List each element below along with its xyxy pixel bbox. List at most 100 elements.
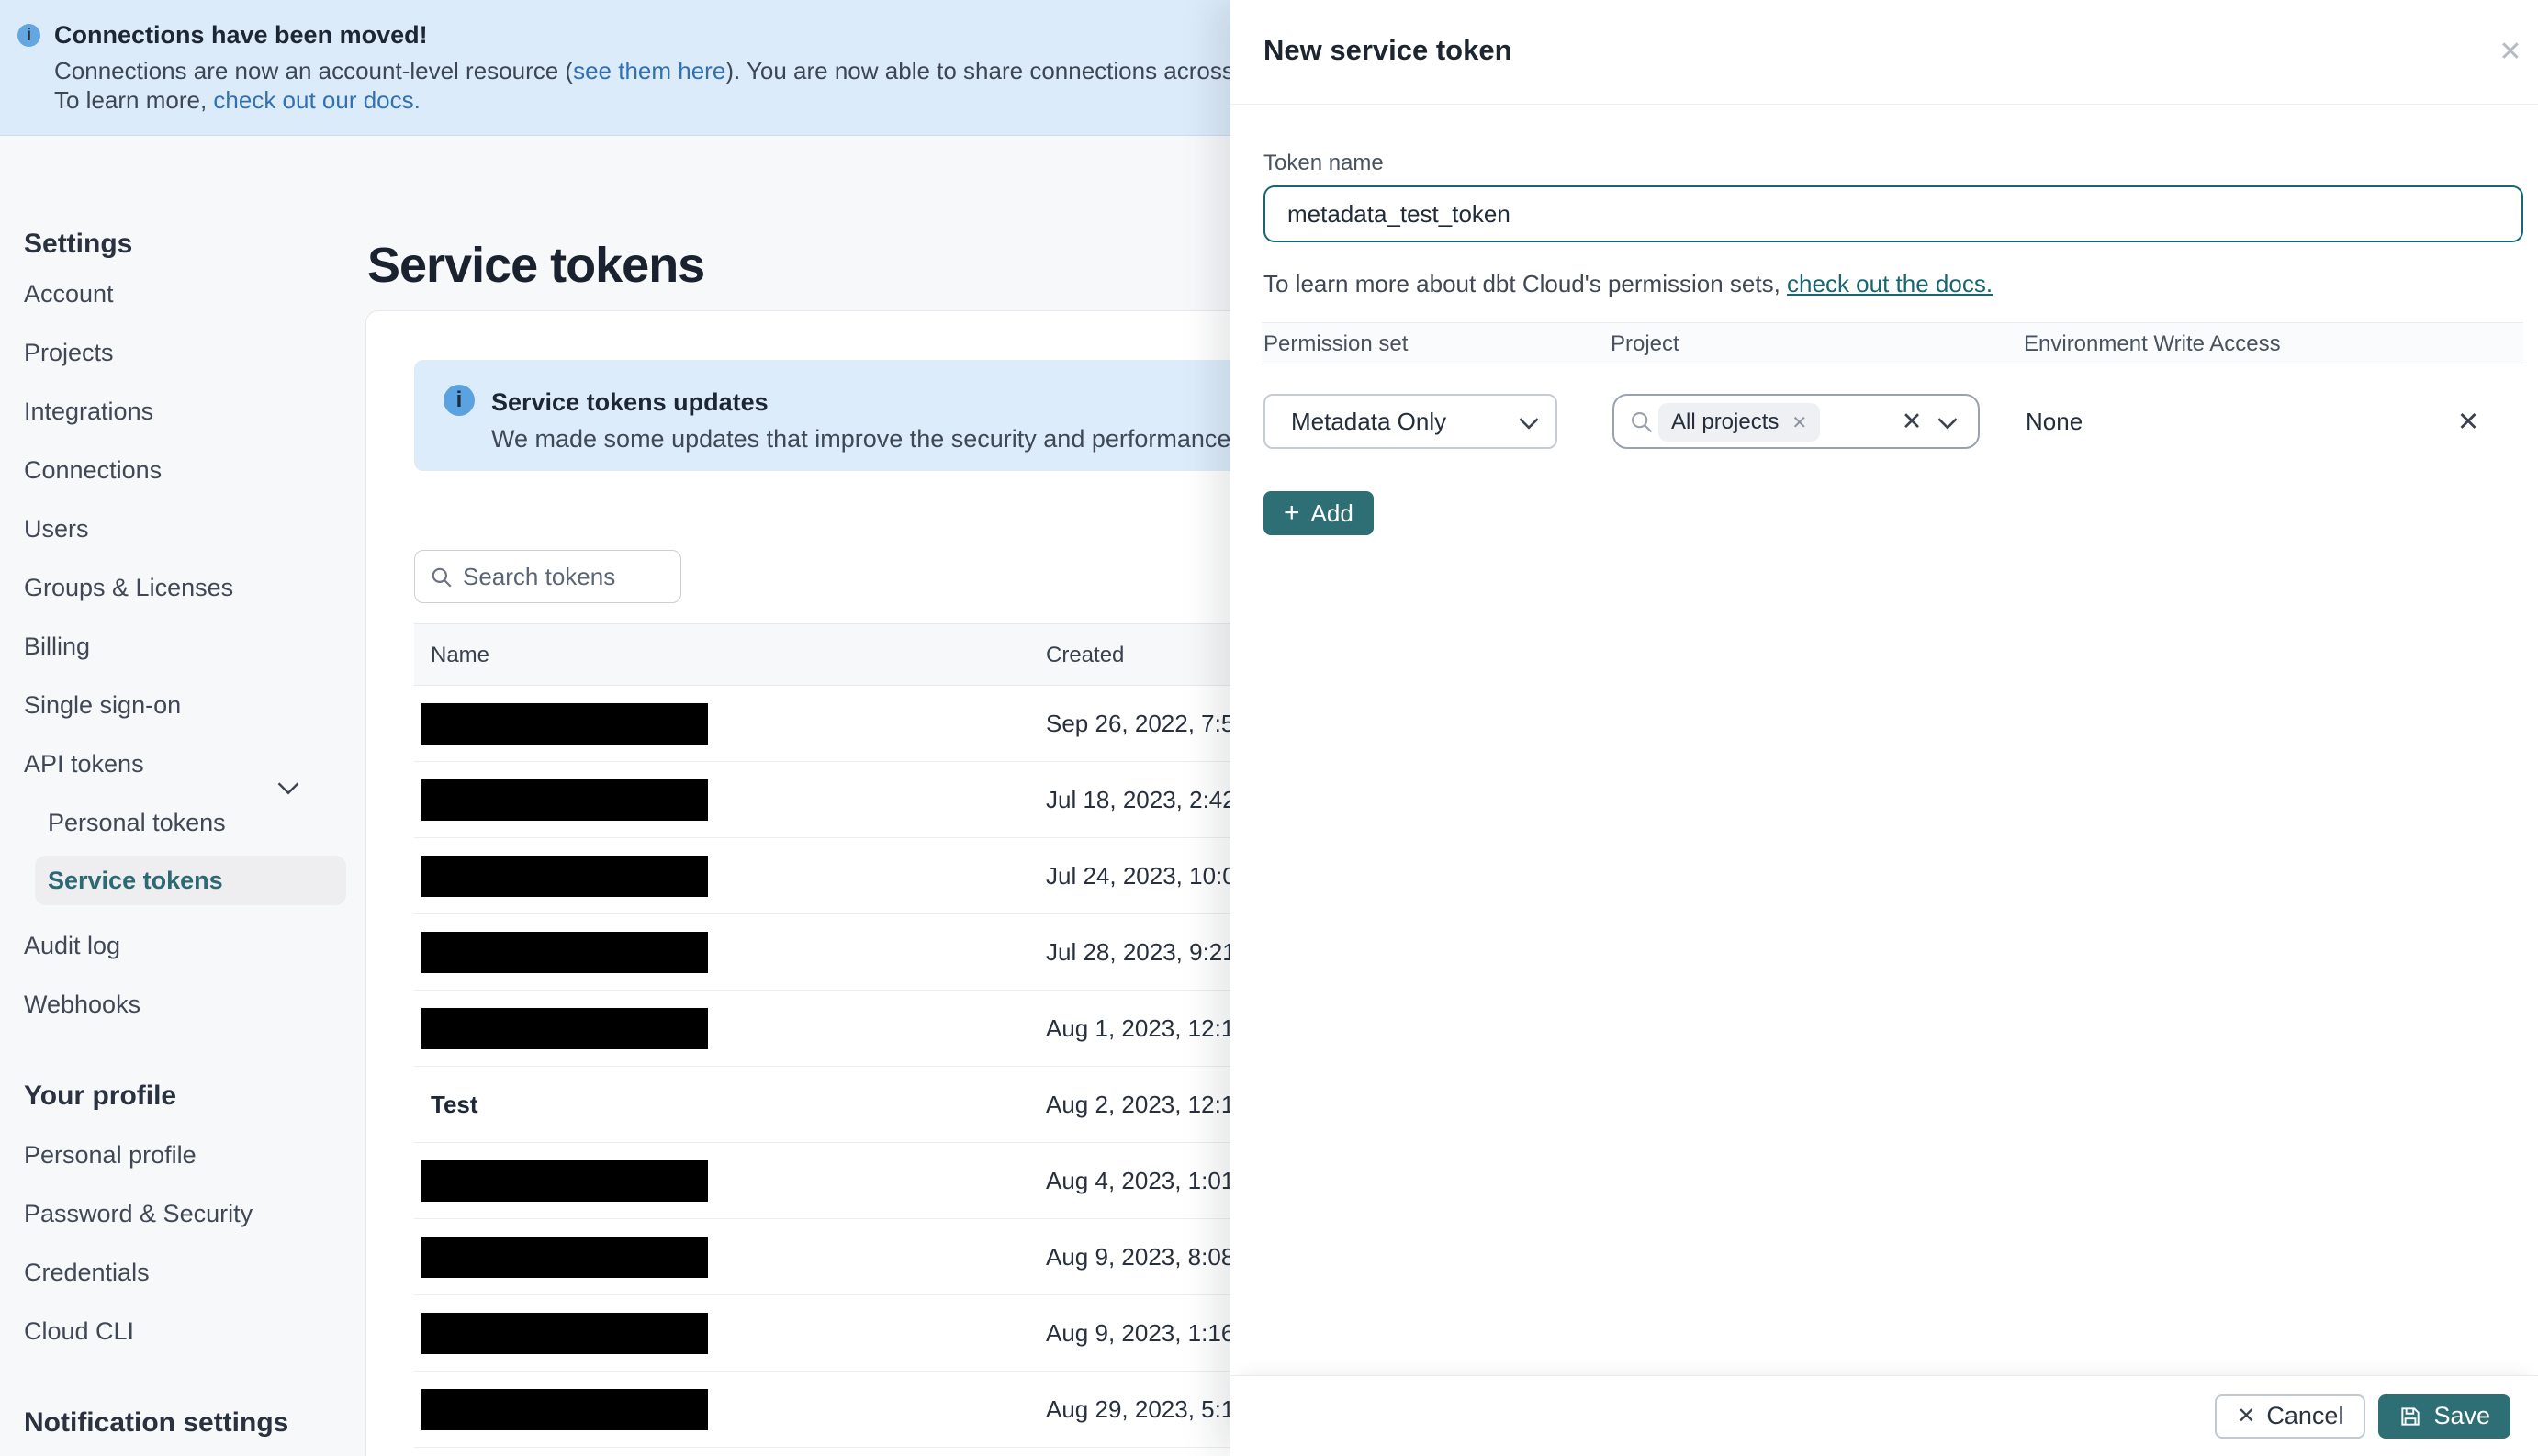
info-icon: i (444, 385, 475, 416)
sidebar-item-label: Audit log (24, 932, 121, 959)
redacted-name (421, 703, 708, 745)
all-projects-chip[interactable]: All projects ✕ (1658, 403, 1821, 442)
search-input[interactable] (461, 552, 672, 601)
check-out-the-docs-link[interactable]: check out the docs. (1787, 270, 1993, 297)
notice-title: Service tokens updates (491, 388, 769, 416)
chevron-down-icon[interactable] (1937, 417, 1958, 430)
sidebar-item-audit-log[interactable]: Audit log (0, 916, 365, 975)
sidebar-item-label: Integrations (24, 398, 154, 425)
panel-body: Token name To learn more about dbt Cloud… (1262, 105, 2523, 535)
sidebar-item-single-sign-on[interactable]: Single sign-on (0, 676, 365, 734)
sidebar-item-projects[interactable]: Projects (0, 323, 365, 382)
sidebar-section-notification-settings: Notification settings (0, 1394, 365, 1452)
cancel-button[interactable]: ✕ Cancel (2215, 1394, 2366, 1439)
token-name-cell: Test (431, 1091, 478, 1118)
name-column-header: Name (431, 643, 490, 667)
sidebar-item-label: Cloud CLI (24, 1317, 135, 1345)
sidebar-item-label: Notification settings (24, 1407, 289, 1438)
info-icon: i (17, 24, 40, 47)
add-button-label: Add (1310, 498, 1353, 527)
environment-write-access-value: None (2026, 408, 2083, 435)
sidebar-item-integrations[interactable]: Integrations (0, 382, 365, 441)
token-name-label: Token name (1263, 151, 1384, 175)
permission-set-value: Metadata Only (1291, 408, 1447, 435)
sidebar-section-your-profile: Your profile (0, 1067, 365, 1126)
sidebar-item-label: Account (24, 280, 114, 308)
project-combobox[interactable]: All projects ✕ ✕ (1612, 394, 1980, 449)
sidebar-item-label: API tokens (24, 750, 144, 778)
permission-row: Metadata Only All projects ✕ ✕ None ✕ (1263, 394, 2523, 449)
close-icon[interactable]: ✕ (2490, 31, 2531, 72)
search-icon (432, 567, 452, 588)
clear-selection-icon[interactable]: ✕ (1892, 396, 1932, 447)
save-disk-icon (2401, 1406, 2420, 1426)
sidebar-item-billing[interactable]: Billing (0, 617, 365, 676)
docs-line-text: To learn more about dbt Cloud's permissi… (1263, 270, 1788, 297)
sidebar-item-api-tokens[interactable]: API tokens (0, 734, 365, 795)
sidebar-item-password-security[interactable]: Password & Security (0, 1184, 365, 1243)
sidebar-nav: Settings Account Projects Integrations Conne… (0, 136, 365, 1456)
sidebar-item-connections[interactable]: Connections (0, 441, 365, 499)
chip-label: All projects (1671, 409, 1780, 434)
sidebar-item-credentials[interactable]: Credentials (0, 1243, 365, 1302)
page-title: Service tokens (367, 238, 705, 294)
sidebar-item-label: Credentials (24, 1259, 150, 1286)
cancel-button-label: Cancel (2266, 1402, 2344, 1429)
close-icon: ✕ (2237, 1404, 2256, 1428)
save-button-label: Save (2433, 1402, 2490, 1429)
sidebar-item-users[interactable]: Users (0, 499, 365, 558)
sidebar-item-label: Groups & Licenses (24, 574, 234, 601)
banner-line2-text: Connections are now an account-level res… (54, 57, 574, 84)
redacted-name (421, 1313, 708, 1354)
panel-header: New service token ✕ (1230, 0, 2538, 105)
sidebar-item-label: Personal tokens (48, 809, 226, 836)
banner-line3: To learn more, check out our docs. (54, 86, 421, 115)
sidebar-item-label: Single sign-on (24, 691, 182, 719)
chip-remove-icon[interactable]: ✕ (1791, 413, 1807, 433)
redacted-name (421, 1389, 708, 1430)
redacted-name (421, 932, 708, 973)
sidebar-item-label: Projects (24, 339, 114, 366)
permission-docs-line: To learn more about dbt Cloud's permissi… (1263, 270, 2523, 298)
new-service-token-panel: New service token ✕ Token name To learn … (1230, 0, 2538, 1456)
check-out-docs-link[interactable]: check out our docs. (213, 86, 420, 114)
sidebar-item-label: Connections (24, 456, 163, 484)
redacted-name (421, 1237, 708, 1278)
sidebar-item-service-tokens[interactable]: Service tokens (35, 856, 346, 905)
sidebar-item-label: Settings (24, 229, 133, 259)
created-column-header: Created (1046, 643, 1125, 667)
sidebar-item-personal-tokens[interactable]: Personal tokens (0, 793, 365, 852)
banner-title: Connections have been moved! (54, 21, 428, 49)
panel-title: New service token (1263, 34, 1512, 66)
permissions-grid-header: Permission set Project Environment Write… (1262, 322, 2523, 364)
sidebar-item-groups-licenses[interactable]: Groups & Licenses (0, 558, 365, 617)
sidebar-item-account[interactable]: Account (0, 264, 365, 323)
sidebar-item-webhooks[interactable]: Webhooks (0, 975, 365, 1034)
search-icon (1632, 412, 1653, 433)
sidebar-item-label: Billing (24, 633, 91, 660)
sidebar-item-label: Webhooks (24, 991, 141, 1018)
add-permission-button[interactable]: + Add (1263, 491, 1374, 535)
sidebar-item-label: Your profile (24, 1081, 177, 1111)
sidebar-item-cloud-cli[interactable]: Cloud CLI (0, 1302, 365, 1361)
remove-row-icon[interactable]: ✕ (2446, 398, 2490, 445)
sidebar-item-label: Users (24, 515, 89, 543)
redacted-name (421, 1008, 708, 1049)
sidebar-item-label: Password & Security (24, 1200, 253, 1227)
redacted-name (421, 779, 708, 821)
permission-set-header: Permission set (1263, 331, 1409, 356)
chevron-down-icon (1519, 418, 1539, 430)
sidebar-item-personal-profile[interactable]: Personal profile (0, 1126, 365, 1184)
see-them-here-link[interactable]: see them here (573, 57, 725, 84)
panel-footer: ✕ Cancel Save (1230, 1375, 2538, 1456)
token-name-input[interactable] (1263, 185, 2523, 242)
plus-icon: + (1284, 498, 1300, 528)
project-header: Project (1611, 331, 1679, 356)
permission-set-select[interactable]: Metadata Only (1263, 394, 1557, 449)
sidebar-item-label: Service tokens (48, 867, 223, 894)
save-button[interactable]: Save (2378, 1394, 2510, 1439)
sidebar-item-label: Personal profile (24, 1141, 197, 1169)
redacted-name (421, 856, 708, 897)
environment-write-access-header: Environment Write Access (2024, 331, 2281, 356)
redacted-name (421, 1160, 708, 1202)
